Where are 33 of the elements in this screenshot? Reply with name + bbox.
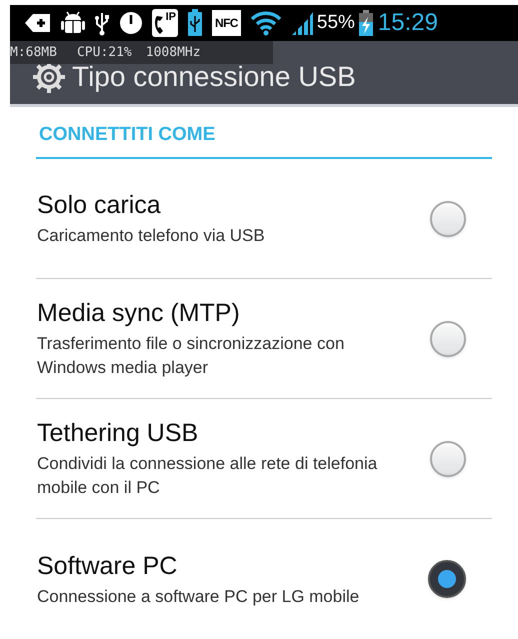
radio-button[interactable] xyxy=(428,560,466,598)
battery-charging-icon xyxy=(358,10,373,36)
tag-plus-icon xyxy=(24,12,52,34)
option-row[interactable]: Tethering USB Condividi la connessione alle rete di telefonia mobile con il PC xyxy=(36,399,492,519)
android-icon xyxy=(61,10,85,36)
battery-percentage: 55% xyxy=(316,10,355,35)
section-header: CONNETTITI COME xyxy=(38,122,216,146)
option-summary: Caricamento telefono via USB xyxy=(37,225,266,247)
memory-reading: M:68MB xyxy=(10,44,57,62)
screen-title: Tipo connessione USB xyxy=(72,60,356,94)
cpu-reading: CPU:21% xyxy=(76,44,132,62)
frequency-reading: 1008MHz xyxy=(146,44,201,62)
phone-ip-icon: IP xyxy=(152,9,178,37)
nfc-indicator: NFC xyxy=(212,10,241,36)
option-row[interactable]: Solo carica Caricamento telefono via USB xyxy=(36,159,492,279)
radio-button[interactable] xyxy=(430,200,466,236)
option-summary: Condividi la connessione alle rete di telefonia mobile con il PC xyxy=(37,453,378,499)
clock-icon xyxy=(119,11,143,35)
option-title: Media sync (MTP) xyxy=(37,298,241,329)
radio-button[interactable] xyxy=(430,440,466,476)
option-title: Software PC xyxy=(37,550,178,582)
option-title: Tethering USB xyxy=(37,418,200,449)
radio-button[interactable] xyxy=(430,320,466,356)
signal-icon xyxy=(290,10,313,36)
wifi-icon xyxy=(250,10,282,36)
option-summary: Connessione a software PC per LG mobile xyxy=(37,586,360,608)
option-row[interactable]: Software PC Connessione a software PC per LG mobile xyxy=(36,519,492,639)
option-row[interactable]: Media sync (MTP) Trasferimento file o sincronizzazione con Windows media player xyxy=(36,279,492,399)
usb-icon xyxy=(94,10,110,36)
option-summary: Trasferimento file o sincronizzazione con Windows media player xyxy=(37,333,346,379)
usb-battery-icon xyxy=(187,9,203,37)
clock-time: 15:29 xyxy=(378,8,438,38)
option-title: Solo carica xyxy=(37,190,162,221)
